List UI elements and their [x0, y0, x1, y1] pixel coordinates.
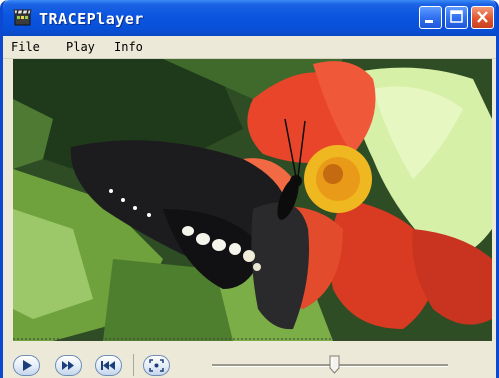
film-clapper-icon	[13, 9, 33, 27]
fullscreen-icon	[149, 359, 164, 372]
play-button[interactable]	[13, 355, 40, 376]
maximize-button[interactable]	[445, 6, 468, 29]
minimize-icon	[425, 20, 433, 23]
menu-file[interactable]: File	[11, 39, 40, 55]
close-button[interactable]	[471, 6, 494, 29]
menu-info[interactable]: Info	[114, 39, 143, 55]
close-icon	[477, 11, 488, 23]
fast-forward-icon	[62, 361, 74, 370]
menu-play[interactable]: Play	[66, 39, 95, 55]
slider-handle-icon	[329, 355, 340, 374]
fast-forward-button[interactable]	[55, 355, 82, 376]
rewind-icon	[101, 361, 115, 370]
window-title: TRACEPlayer	[39, 10, 144, 28]
title-bar[interactable]: TRACEPlayer	[3, 0, 496, 36]
control-separator	[133, 354, 134, 376]
fullscreen-button[interactable]	[143, 355, 170, 376]
menu-bar: File Play Info	[3, 36, 496, 59]
video-frame	[13, 59, 492, 341]
player-window: TRACEPlayer File Play Info	[0, 0, 499, 378]
rewind-button[interactable]	[95, 355, 122, 376]
maximize-icon	[450, 10, 463, 23]
seek-thumb[interactable]	[329, 355, 340, 374]
minimize-button[interactable]	[419, 6, 442, 29]
video-viewport[interactable]	[13, 59, 492, 341]
play-icon	[23, 360, 32, 371]
